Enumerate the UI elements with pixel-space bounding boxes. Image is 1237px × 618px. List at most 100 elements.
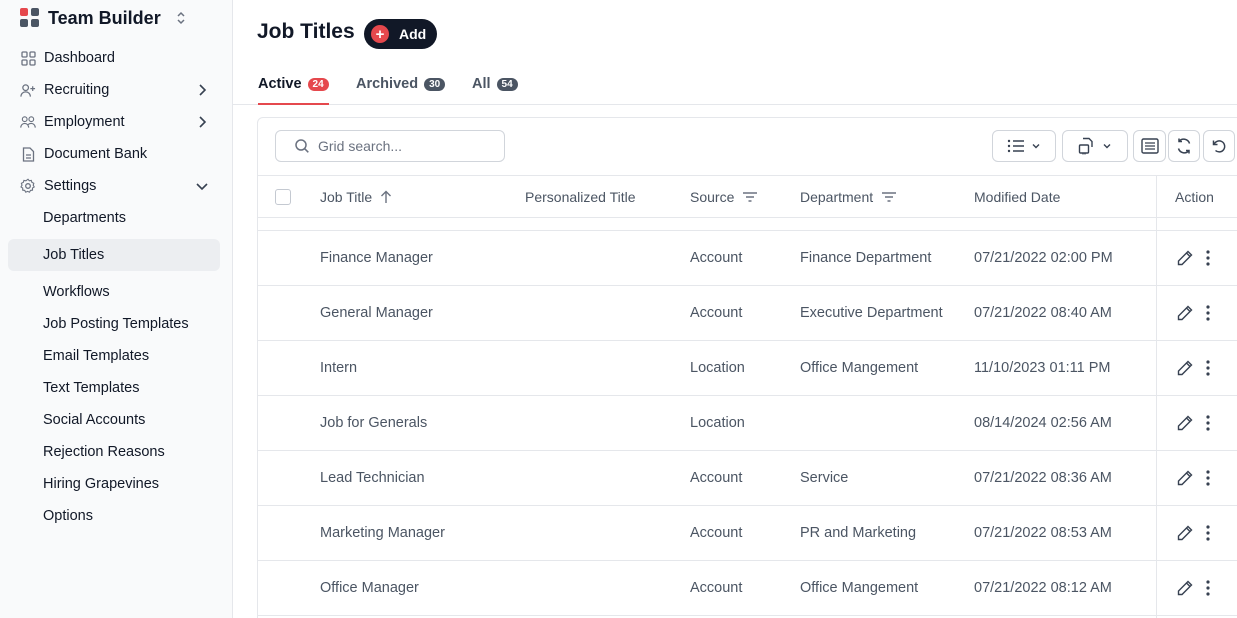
sidebar-item-employment[interactable]: Employment: [20, 110, 220, 134]
edit-icon[interactable]: [1176, 249, 1194, 267]
cell-source: Location: [690, 360, 745, 376]
sidebar-subitem-options[interactable]: Options: [43, 505, 93, 527]
grid-search[interactable]: [275, 130, 505, 162]
filter-icon: [743, 191, 758, 202]
more-vertical-icon[interactable]: [1206, 414, 1210, 432]
cell-department: Office Mangement: [800, 580, 919, 596]
cell-job-title: Finance Manager: [320, 250, 433, 266]
search-icon: [295, 139, 309, 153]
active-item-highlight: [8, 239, 220, 271]
more-vertical-icon[interactable]: [1206, 469, 1210, 487]
cell-source: Account: [690, 250, 743, 266]
sidebar-subitem-workflows[interactable]: Workflows: [43, 281, 110, 303]
app-name: Team Builder: [48, 7, 161, 28]
column-header-source[interactable]: Source: [690, 176, 758, 217]
edit-icon[interactable]: [1176, 414, 1194, 432]
sidebar-subitem-text-templates[interactable]: Text Templates: [43, 377, 139, 399]
chevron-up-down-icon: [177, 11, 185, 25]
column-header-job-title[interactable]: Job Title: [320, 176, 392, 217]
export-dropdown[interactable]: [1062, 130, 1128, 162]
cell-job-title: Lead Technician: [320, 470, 425, 486]
more-vertical-icon[interactable]: [1206, 304, 1210, 322]
cell-source: Account: [690, 580, 743, 596]
dashboard-icon: [20, 50, 36, 66]
refresh-button[interactable]: [1168, 130, 1200, 162]
cell-modified-date: 11/10/2023 01:11 PM: [974, 360, 1111, 376]
more-vertical-icon[interactable]: [1206, 579, 1210, 597]
sidebar-item-label: Document Bank: [44, 146, 148, 162]
edit-icon[interactable]: [1176, 304, 1194, 322]
cell-modified-date: 07/21/2022 02:00 PM: [974, 250, 1113, 266]
table-row[interactable]: Job for Generals Location 08/14/2024 02:…: [258, 396, 1237, 451]
filter-icon: [882, 191, 897, 202]
tab-count-badge: 54: [496, 78, 518, 91]
edit-icon[interactable]: [1176, 524, 1194, 542]
sidebar-item-recruiting[interactable]: Recruiting: [20, 78, 220, 102]
table-row-partial: [258, 218, 1237, 231]
column-header-label: Personalized Title: [525, 188, 636, 205]
chevron-right-icon: [199, 84, 207, 96]
table-row[interactable]: General Manager Account Executive Depart…: [258, 286, 1237, 341]
cell-source: Location: [690, 415, 745, 431]
user-plus-icon: [20, 82, 36, 98]
cell-department: Executive Department: [800, 305, 943, 321]
more-vertical-icon[interactable]: [1206, 249, 1210, 267]
sidebar-subitem-hiring-grapevines[interactable]: Hiring Grapevines: [43, 473, 159, 495]
sidebar-subitem-social-accounts[interactable]: Social Accounts: [43, 409, 145, 431]
cell-modified-date: 07/21/2022 08:36 AM: [974, 470, 1112, 486]
sidebar: Team Builder Dashboard Recruiting Employ…: [0, 0, 233, 618]
sidebar-subitem-job-posting-templates[interactable]: Job Posting Templates: [43, 313, 189, 335]
plus-icon: +: [371, 25, 389, 43]
more-vertical-icon[interactable]: [1206, 524, 1210, 542]
column-header-modified-date[interactable]: Modified Date: [974, 176, 1060, 217]
columns-button[interactable]: [1133, 130, 1166, 162]
tab-all[interactable]: All 54: [472, 76, 518, 105]
add-button[interactable]: + Add: [364, 19, 437, 49]
cell-job-title: Job for Generals: [320, 415, 428, 431]
column-header-department[interactable]: Department: [800, 176, 897, 217]
edit-icon[interactable]: [1176, 469, 1194, 487]
sidebar-subitem-departments[interactable]: Departments: [43, 207, 126, 229]
list-icon: [1007, 139, 1024, 153]
table-row[interactable]: Office Manager Account Office Mangement …: [258, 561, 1237, 616]
list-view-dropdown[interactable]: [992, 130, 1056, 162]
select-all-checkbox[interactable]: [275, 189, 291, 205]
edit-icon[interactable]: [1176, 359, 1194, 377]
sidebar-item-settings[interactable]: Settings: [20, 174, 220, 198]
more-vertical-icon[interactable]: [1206, 359, 1210, 377]
cell-modified-date: 07/21/2022 08:12 AM: [974, 580, 1112, 596]
sidebar-item-dashboard[interactable]: Dashboard: [20, 46, 220, 70]
edit-icon[interactable]: [1176, 579, 1194, 597]
sidebar-item-label: Dashboard: [44, 50, 115, 66]
grid-search-input[interactable]: [318, 138, 498, 154]
column-header-action: Action: [1175, 176, 1214, 217]
app-logo-icon: [20, 8, 40, 28]
gear-icon: [20, 178, 36, 194]
export-icon: [1078, 137, 1093, 155]
table-row[interactable]: Intern Location Office Mangement 11/10/2…: [258, 341, 1237, 396]
cell-department: Office Mangement: [800, 360, 919, 376]
row-actions: [1176, 414, 1210, 432]
cell-department: PR and Marketing: [800, 525, 917, 541]
table-row[interactable]: Finance Manager Account Finance Departme…: [258, 231, 1237, 286]
chevron-right-icon: [199, 116, 207, 128]
undo-icon: [1212, 140, 1226, 153]
cell-source: Account: [690, 470, 743, 486]
workspace-switcher[interactable]: Team Builder: [20, 6, 187, 30]
cell-modified-date: 08/14/2024 02:56 AM: [974, 415, 1112, 431]
sidebar-subitem-rejection-reasons[interactable]: Rejection Reasons: [43, 441, 165, 463]
page-title: Job Titles: [257, 20, 355, 43]
table-row[interactable]: Marketing Manager Account PR and Marketi…: [258, 506, 1237, 561]
sidebar-item-document-bank[interactable]: Document Bank: [20, 142, 220, 166]
chevron-down-icon: [1103, 144, 1111, 149]
sidebar-item-label: Employment: [44, 114, 125, 130]
table-row[interactable]: Lead Technician Account Service 07/21/20…: [258, 451, 1237, 506]
sidebar-subitem-email-templates[interactable]: Email Templates: [43, 345, 149, 367]
reset-button[interactable]: [1203, 130, 1235, 162]
tab-active[interactable]: Active 24: [258, 76, 329, 105]
sidebar-subitem-job-titles[interactable]: Job Titles: [43, 244, 104, 266]
cell-job-title: Intern: [320, 360, 358, 376]
column-header-personalized-title[interactable]: Personalized Title: [525, 176, 636, 217]
tab-archived[interactable]: Archived 30: [356, 76, 446, 105]
tab-label: Active: [258, 76, 302, 92]
